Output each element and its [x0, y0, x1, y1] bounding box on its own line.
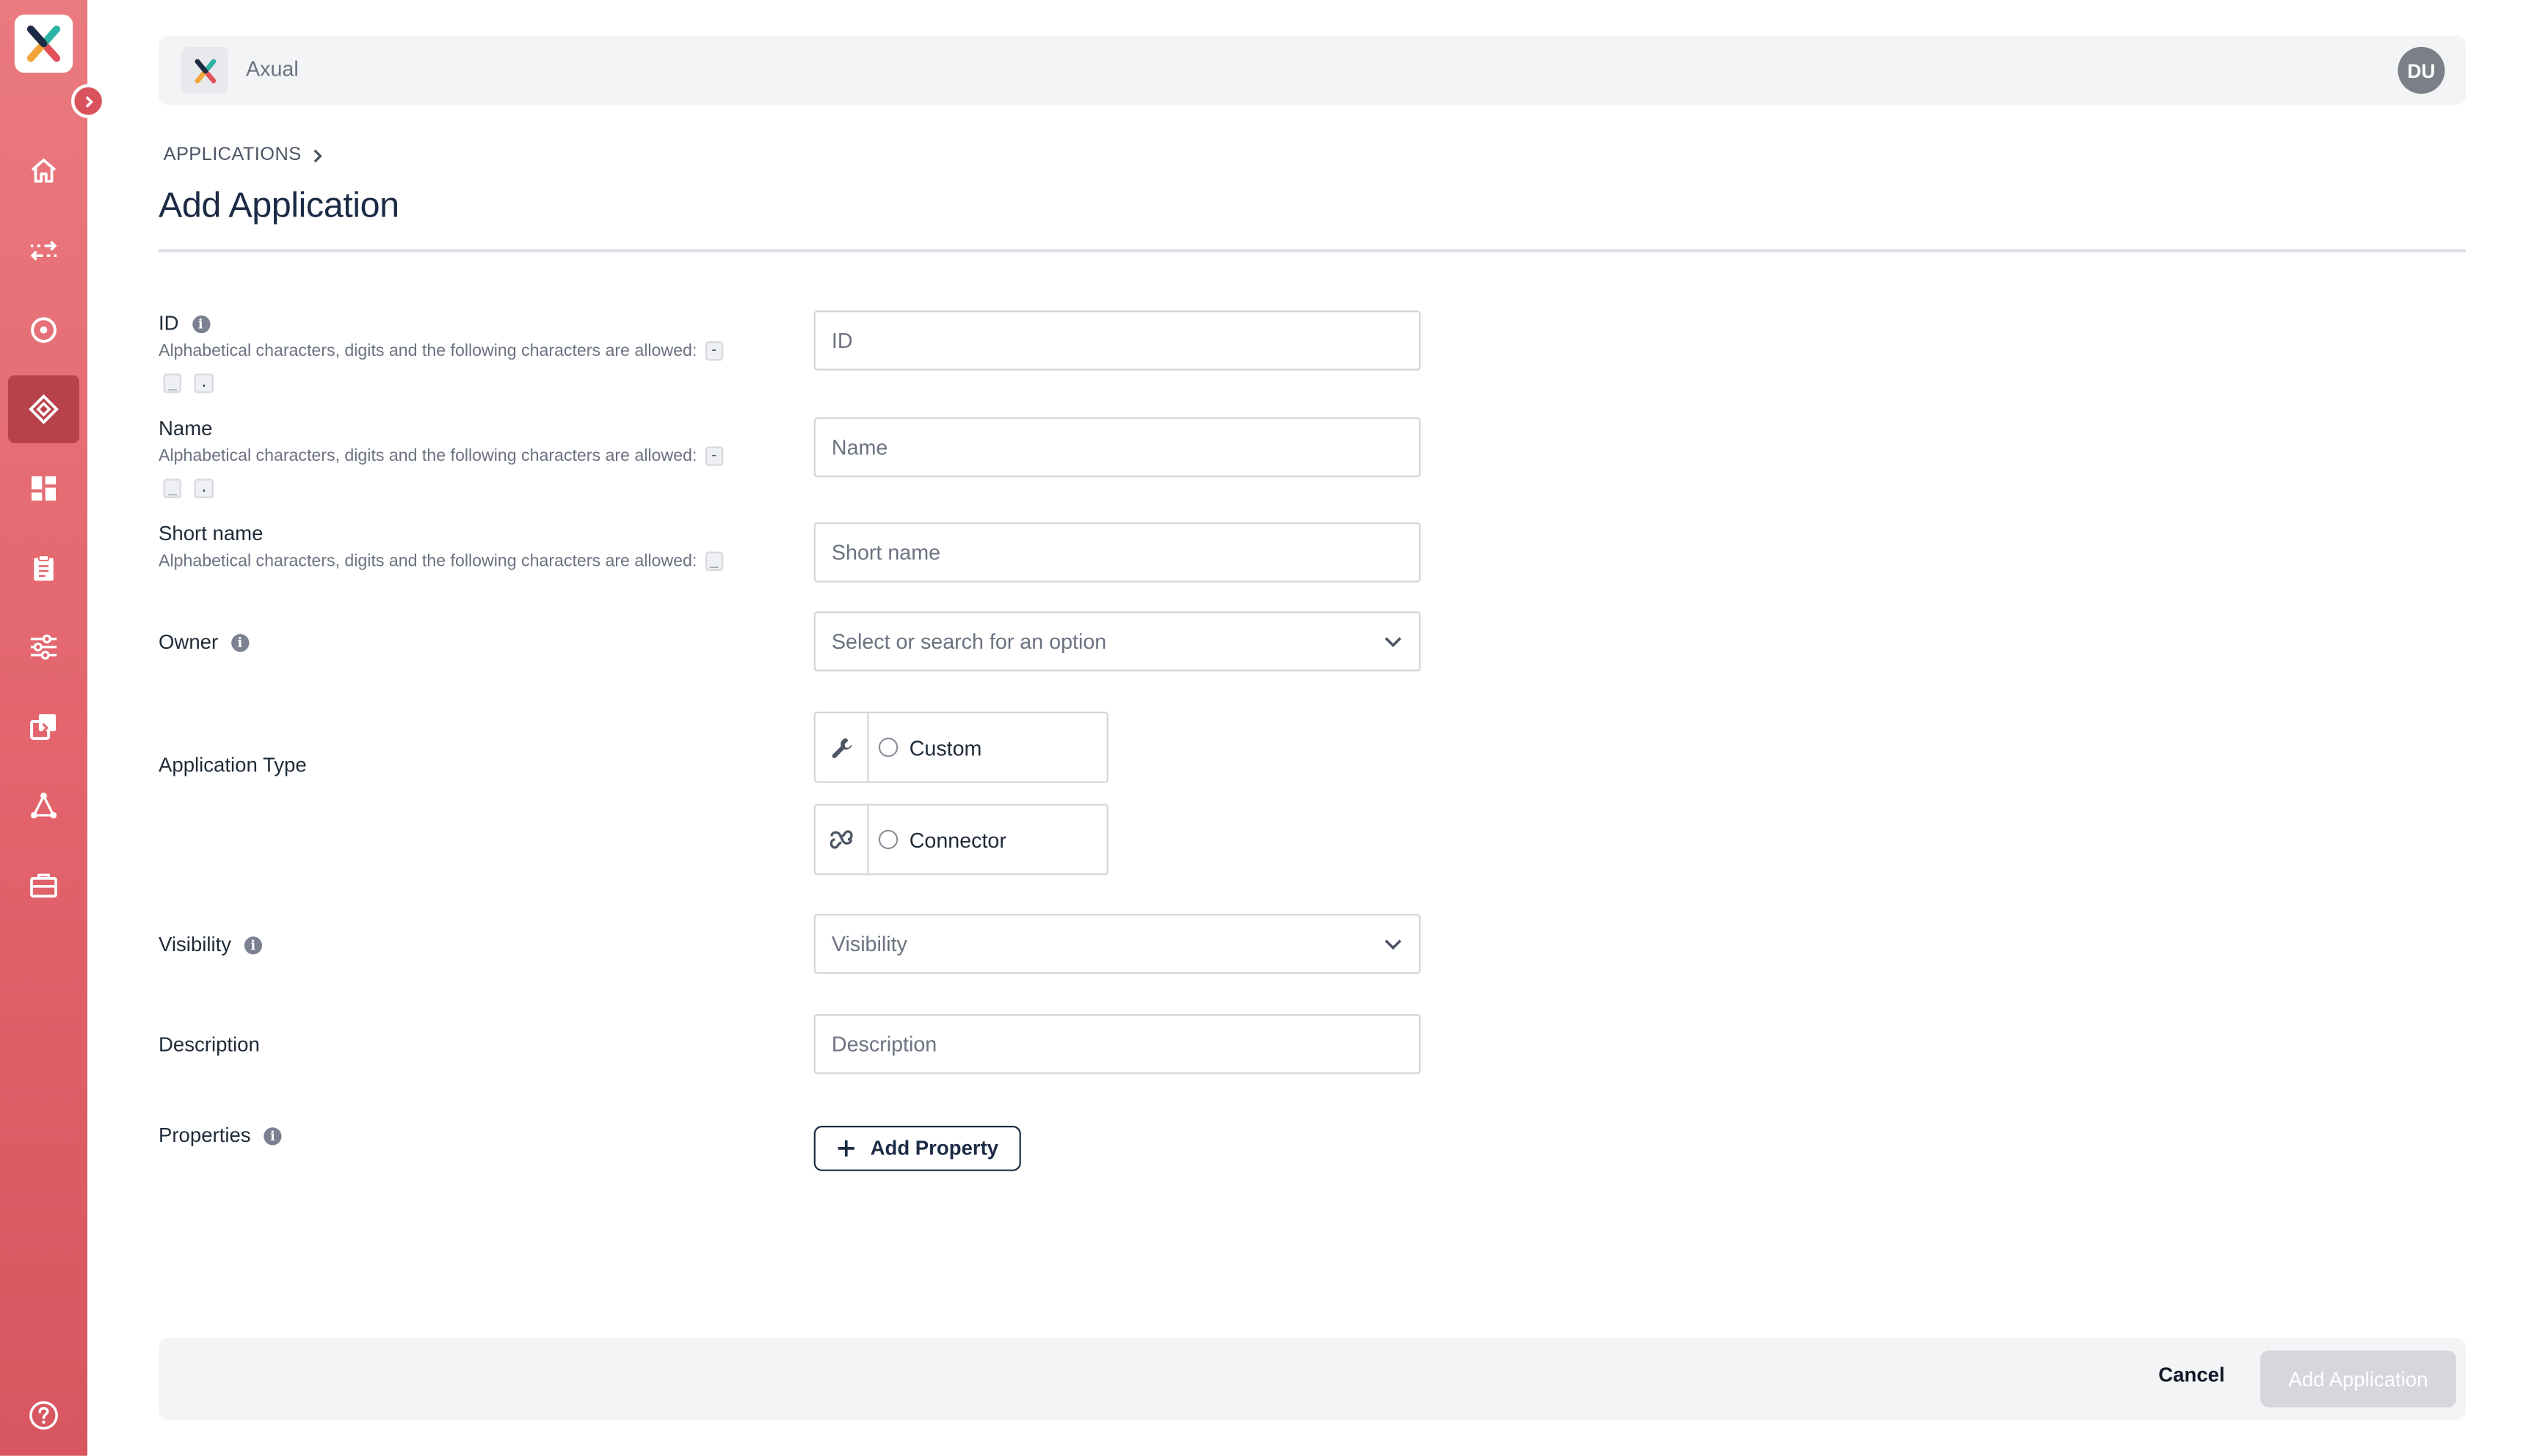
- top-bar: Axual DU: [159, 35, 2467, 106]
- sidebar-item-streams[interactable]: [8, 216, 79, 285]
- sidebar-item-network[interactable]: [8, 771, 79, 840]
- option-icon-box: [816, 713, 869, 782]
- owner-select[interactable]: Select or search for an option: [813, 611, 1421, 671]
- toolbox-icon: [30, 873, 57, 898]
- connector-radio-label: Connector: [909, 827, 1006, 852]
- x-logo-icon: [194, 58, 216, 83]
- tenant-logo[interactable]: [181, 46, 228, 94]
- cancel-button[interactable]: Cancel: [2158, 1364, 2224, 1386]
- id-hint: Alphabetical characters, digits and the …: [159, 336, 724, 367]
- application-type-label: Application Type: [159, 754, 307, 776]
- axual-logo[interactable]: [14, 14, 73, 73]
- name-hint-text: Alphabetical characters, digits and the …: [159, 446, 697, 466]
- short-name-hint-text: Alphabetical characters, digits and the …: [159, 551, 697, 572]
- allowed-char-chip: .: [195, 374, 214, 393]
- owner-select-placeholder: Select or search for an option: [831, 629, 1107, 654]
- allowed-char-chip: _: [705, 552, 724, 572]
- name-extra-chips: _ .: [163, 478, 214, 498]
- id-hint-text: Alphabetical characters, digits and the …: [159, 341, 697, 361]
- name-label: Name: [159, 417, 213, 440]
- sidebar-item-copy[interactable]: [8, 692, 79, 760]
- sidebar-item-topics[interactable]: [8, 296, 79, 364]
- diamond-icon: [29, 394, 59, 425]
- allowed-char-chip: -: [705, 341, 724, 361]
- sidebar-item-applications[interactable]: [8, 375, 80, 443]
- sidebar-expand-button[interactable]: [70, 84, 106, 118]
- sidebar-item-settings[interactable]: [8, 613, 79, 681]
- option-icon-box: [816, 805, 869, 874]
- add-property-label: Add Property: [870, 1137, 999, 1160]
- wrench-icon: [831, 737, 852, 757]
- id-label: ID: [159, 312, 179, 335]
- info-icon[interactable]: i: [264, 1126, 282, 1145]
- allowed-char-chip: _: [163, 478, 182, 498]
- application-type-label-row: Application Type: [159, 754, 307, 776]
- owner-label: Owner: [159, 630, 219, 654]
- info-icon[interactable]: i: [231, 633, 250, 652]
- chevron-right-icon: [84, 95, 92, 107]
- visibility-label-row: Visibility i: [159, 933, 262, 956]
- id-extra-chips: _ .: [163, 374, 214, 393]
- allowed-char-chip: _: [163, 374, 182, 393]
- sidebar-item-clipboard[interactable]: [8, 534, 79, 602]
- home-icon: [31, 159, 57, 183]
- short-name-input[interactable]: [813, 522, 1421, 583]
- sidebar-item-toolbox[interactable]: [8, 851, 79, 919]
- page-title: Add Application: [159, 184, 399, 225]
- id-label-row: ID i: [159, 312, 210, 335]
- short-name-hint: Alphabetical characters, digits and the …: [159, 547, 724, 578]
- properties-label-row: Properties i: [159, 1124, 282, 1147]
- breadcrumb-applications-link[interactable]: APPLICATIONS: [164, 145, 302, 164]
- chevron-down-icon: [1384, 939, 1401, 949]
- grid-icon: [31, 476, 57, 501]
- app-type-option-custom[interactable]: Custom: [813, 711, 1108, 783]
- short-name-label-row: Short name: [159, 523, 263, 545]
- sidebar-item-home[interactable]: [8, 137, 79, 205]
- description-label: Description: [159, 1033, 260, 1057]
- add-application-button[interactable]: Add Application: [2260, 1350, 2456, 1408]
- sliders-icon: [30, 634, 57, 660]
- plug-icon: [830, 830, 853, 849]
- visibility-label: Visibility: [159, 933, 232, 956]
- help-icon[interactable]: [27, 1399, 59, 1432]
- properties-label: Properties: [159, 1124, 251, 1147]
- app-type-option-connector[interactable]: Connector: [813, 804, 1108, 876]
- form-footer: Cancel Add Application: [159, 1337, 2467, 1421]
- add-property-button[interactable]: Add Property: [813, 1126, 1021, 1171]
- connector-radio[interactable]: [878, 829, 899, 850]
- allowed-char-chip: .: [195, 478, 214, 498]
- name-hint: Alphabetical characters, digits and the …: [159, 442, 724, 473]
- description-label-row: Description: [159, 1033, 260, 1056]
- user-avatar[interactable]: DU: [2398, 46, 2445, 94]
- header-divider: [159, 249, 2467, 252]
- breadcrumb: APPLICATIONS: [164, 145, 324, 165]
- owner-label-row: Owner i: [159, 630, 250, 654]
- name-label-row: Name: [159, 418, 212, 440]
- clipboard-icon: [34, 555, 54, 581]
- sidebar-item-dashboard[interactable]: [8, 454, 79, 523]
- sidebar: [0, 0, 106, 1456]
- chevron-right-icon: [314, 148, 323, 162]
- custom-radio-label: Custom: [909, 735, 982, 760]
- target-icon: [31, 317, 57, 343]
- chevron-down-icon: [1384, 636, 1401, 647]
- copy-icon: [29, 714, 57, 740]
- x-logo-icon: [26, 25, 61, 62]
- custom-radio[interactable]: [878, 738, 899, 757]
- plus-icon: [838, 1140, 854, 1157]
- visibility-select-placeholder: Visibility: [831, 931, 907, 956]
- info-icon[interactable]: i: [192, 314, 210, 332]
- id-input[interactable]: [813, 310, 1421, 371]
- network-icon: [30, 793, 57, 819]
- visibility-select[interactable]: Visibility: [813, 914, 1421, 974]
- arrows-exchange-icon: [30, 241, 57, 261]
- short-name-label: Short name: [159, 522, 264, 545]
- tenant-name: Axual: [246, 57, 299, 81]
- name-input[interactable]: [813, 417, 1421, 478]
- info-icon[interactable]: i: [244, 936, 262, 954]
- description-input[interactable]: [813, 1013, 1421, 1074]
- allowed-char-chip: -: [705, 446, 724, 467]
